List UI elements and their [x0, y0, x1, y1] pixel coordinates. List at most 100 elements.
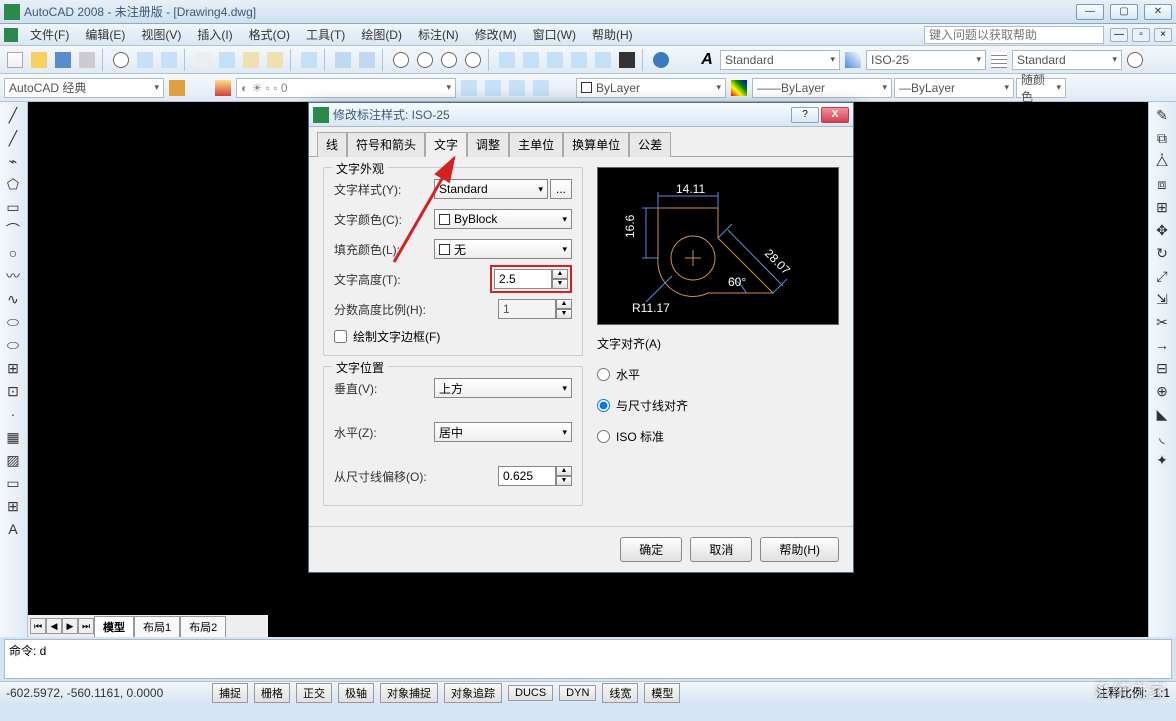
arc-tool[interactable]: ⌒ [2, 219, 24, 241]
insert-block-tool[interactable]: ⊞ [2, 357, 24, 379]
ellipsearc-tool[interactable]: ⬭ [2, 334, 24, 356]
align-iso-radio[interactable] [597, 430, 610, 443]
new-button[interactable] [4, 49, 26, 71]
tab-layout1[interactable]: 布局1 [134, 616, 180, 637]
menu-window[interactable]: 窗口(W) [525, 24, 584, 45]
spin-up-icon[interactable]: ▲ [552, 269, 568, 279]
workspace-settings-button[interactable] [166, 77, 188, 99]
osnap-toggle[interactable]: 对象捕捉 [380, 683, 438, 703]
props-button[interactable] [496, 49, 518, 71]
offset-input[interactable] [498, 466, 556, 486]
text-style-icon[interactable]: A [696, 49, 718, 71]
maximize-button[interactable]: ▢ [1110, 4, 1138, 20]
tab-arrow[interactable]: 符号和箭头 [347, 132, 425, 157]
help-button[interactable]: 帮助(H) [760, 537, 839, 562]
array-tool[interactable]: ⊞ [1151, 196, 1173, 218]
menu-file[interactable]: 文件(F) [22, 24, 77, 45]
linetype-combo[interactable]: —— ByLayer [752, 78, 892, 98]
block-button[interactable] [298, 49, 320, 71]
close-button[interactable]: ✕ [1144, 4, 1172, 20]
doc-minimize-button[interactable]: — [1110, 28, 1128, 42]
line-tool[interactable]: ╱ [2, 104, 24, 126]
grid-toggle[interactable]: 栅格 [254, 683, 290, 703]
spline-tool[interactable]: ∿ [2, 288, 24, 310]
point-tool[interactable]: · [2, 403, 24, 425]
tp-button[interactable] [544, 49, 566, 71]
pline-tool[interactable]: ⌁ [2, 150, 24, 172]
model-toggle[interactable]: 模型 [644, 683, 680, 703]
polygon-tool[interactable]: ⬠ [2, 173, 24, 195]
snap-toggle[interactable]: 捕捉 [212, 683, 248, 703]
pan-button[interactable] [390, 49, 412, 71]
align-horizontal-radio[interactable] [597, 368, 610, 381]
publish-button[interactable] [134, 49, 156, 71]
cancel-button[interactable]: 取消 [690, 537, 752, 562]
plotstyle-combo[interactable]: 随颜色 [1016, 78, 1066, 98]
mtext-tool[interactable]: A [2, 518, 24, 540]
layer-combo[interactable]: ◐ ☀ ▫ ▫ 0 [236, 78, 456, 98]
menu-modify[interactable]: 修改(M) [467, 24, 525, 45]
menu-view[interactable]: 视图(V) [133, 24, 189, 45]
tab-text[interactable]: 文字 [425, 132, 467, 157]
offset-tool[interactable]: ⧈ [1151, 173, 1173, 195]
rectangle-tool[interactable]: ▭ [2, 196, 24, 218]
tab-prev-button[interactable]: ◀ [46, 618, 62, 634]
offset-spinner[interactable]: ▲▼ [498, 466, 572, 486]
tab-last-button[interactable]: ⏭ [78, 618, 94, 634]
dialog-help-button[interactable]: ? [791, 107, 819, 123]
menu-help[interactable]: 帮助(H) [584, 24, 641, 45]
frac-height-spinner[interactable]: ▲▼ [498, 299, 572, 319]
text-style-combo[interactable]: Standard [434, 179, 548, 199]
break-tool[interactable]: ⊟ [1151, 357, 1173, 379]
menu-dimension[interactable]: 标注(N) [410, 24, 467, 45]
rotate-tool[interactable]: ↻ [1151, 242, 1173, 264]
table-tool[interactable]: ⊞ [2, 495, 24, 517]
dyn-toggle[interactable]: DYN [559, 685, 596, 701]
tab-tol[interactable]: 公差 [629, 132, 671, 157]
text-height-input[interactable] [494, 269, 552, 289]
layer-off-button[interactable] [530, 77, 552, 99]
hatch-tool[interactable]: ▦ [2, 426, 24, 448]
lwt-toggle[interactable]: 线宽 [602, 683, 638, 703]
tab-line[interactable]: 线 [317, 132, 347, 157]
spin-down-icon[interactable]: ▼ [556, 476, 572, 486]
otrack-toggle[interactable]: 对象追踪 [444, 683, 502, 703]
layer-props-button[interactable] [212, 77, 234, 99]
find-button[interactable] [1124, 49, 1146, 71]
ssm-button[interactable] [568, 49, 590, 71]
zoom-rt-button[interactable] [414, 49, 436, 71]
lineweight-combo[interactable]: — ByLayer [894, 78, 1014, 98]
color-combo[interactable]: ByLayer [576, 78, 726, 98]
dim-style-icon[interactable] [842, 49, 864, 71]
layer-iso-button[interactable] [506, 77, 528, 99]
vertical-combo[interactable]: 上方 [434, 378, 572, 398]
ok-button[interactable]: 确定 [620, 537, 682, 562]
chamfer-tool[interactable]: ◣ [1151, 403, 1173, 425]
minimize-button[interactable]: — [1076, 4, 1104, 20]
mirror-tool[interactable]: ⧊ [1151, 150, 1173, 172]
3d-button[interactable] [158, 49, 180, 71]
dialog-close-button[interactable]: X [821, 107, 849, 123]
tab-next-button[interactable]: ▶ [62, 618, 78, 634]
doc-restore-button[interactable]: ▫ [1132, 28, 1150, 42]
gradient-tool[interactable]: ▨ [2, 449, 24, 471]
spin-up-icon[interactable]: ▲ [556, 466, 572, 476]
polar-toggle[interactable]: 极轴 [338, 683, 374, 703]
join-tool[interactable]: ⊕ [1151, 380, 1173, 402]
text-style-ellipsis-button[interactable]: ... [550, 179, 572, 199]
scale-tool[interactable]: ⤢ [1151, 265, 1173, 287]
mu-button[interactable] [592, 49, 614, 71]
text-height-spinner[interactable]: ▲▼ [494, 269, 568, 289]
copy-button[interactable] [216, 49, 238, 71]
paste-button[interactable] [240, 49, 262, 71]
help-search-input[interactable] [924, 26, 1104, 44]
explode-tool[interactable]: ✦ [1151, 449, 1173, 471]
menu-insert[interactable]: 插入(I) [189, 24, 240, 45]
doc-close-button[interactable]: × [1154, 28, 1172, 42]
zoom-win-button[interactable] [438, 49, 460, 71]
table-style-combo[interactable]: Standard [1012, 50, 1122, 70]
stretch-tool[interactable]: ⇲ [1151, 288, 1173, 310]
menu-edit[interactable]: 编辑(E) [77, 24, 133, 45]
horizontal-combo[interactable]: 居中 [434, 422, 572, 442]
move-tool[interactable]: ✥ [1151, 219, 1173, 241]
